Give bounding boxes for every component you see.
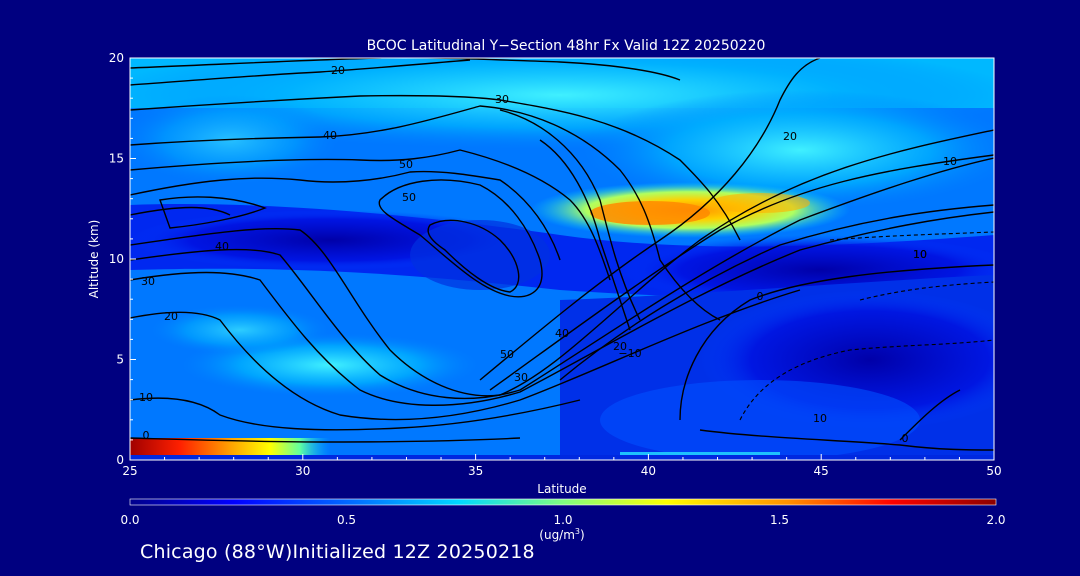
contour-label: 20 [783, 130, 797, 143]
x-tick-label: 25 [122, 464, 137, 478]
y-tick-label: 15 [109, 152, 124, 166]
y-tick-label: 20 [109, 51, 124, 65]
contour-label: 30 [141, 275, 155, 288]
x-axis-label: Latitude [537, 482, 586, 496]
contour-label: 30 [514, 371, 528, 384]
colorbar-tick-label: 0.0 [120, 513, 139, 527]
contour-label: 20 [331, 64, 345, 77]
x-tick-label: 35 [468, 464, 483, 478]
x-tick-label: 40 [641, 464, 656, 478]
y-tick-label: 0 [116, 453, 124, 467]
colorbar-tick-label: 0.5 [337, 513, 356, 527]
contour-label: 50 [500, 348, 514, 361]
contour-label: 20 [613, 340, 627, 353]
contour-label: 10 [139, 391, 153, 404]
contour-label: 40 [215, 240, 229, 253]
y-tick-label: 10 [109, 252, 124, 266]
y-tick-label: 5 [116, 353, 124, 367]
footer-caption: Chicago (88°W)Initialized 12Z 20250218 [140, 541, 535, 563]
y-axis-label: Altitude (km) [87, 220, 101, 299]
contour-label: 10 [813, 412, 827, 425]
colorbar-tick-label: 2.0 [986, 513, 1005, 527]
contour-label: 20 [164, 310, 178, 323]
contour-label: 0 [902, 432, 909, 445]
contour-label: 30 [495, 93, 509, 106]
x-tick-label: 45 [814, 464, 829, 478]
contour-label: 40 [555, 327, 569, 340]
colorbar-unit: (ug/m3) [539, 527, 584, 542]
contour-label: 10 [913, 248, 927, 261]
contour-label: 50 [402, 191, 416, 204]
heatmap-field [130, 58, 994, 460]
contour-label: 40 [323, 129, 337, 142]
x-tick-label: 30 [295, 464, 310, 478]
colorbar: 0.0 0.5 1.0 1.5 2.0 (ug/m3) [120, 498, 1006, 542]
contour-label: 50 [399, 158, 413, 171]
chart-title: BCOC Latitudinal Y−Section 48hr Fx Valid… [367, 38, 766, 54]
colorbar-tick-label: 1.5 [770, 513, 789, 527]
contour-label: 10 [943, 155, 957, 168]
chart: BCOC Latitudinal Y−Section 48hr Fx Valid… [87, 38, 1006, 542]
contour-label: 0 [757, 290, 764, 303]
colorbar-tick-label: 1.0 [553, 513, 572, 527]
contour-label: 0 [143, 429, 150, 442]
x-tick-label: 50 [986, 464, 1001, 478]
